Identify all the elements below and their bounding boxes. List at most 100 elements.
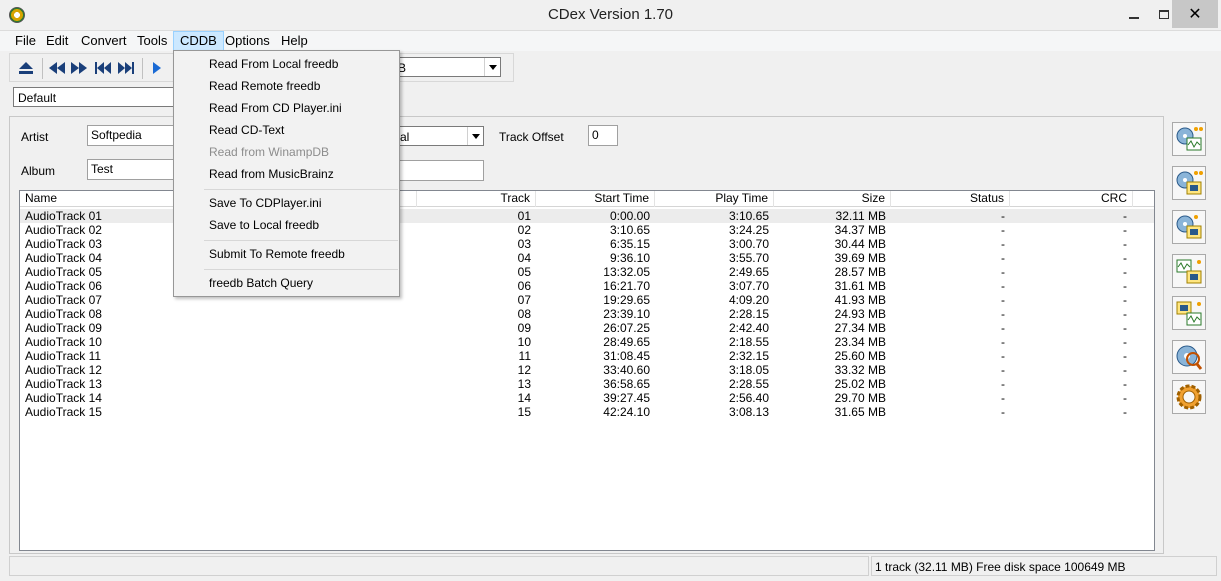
cell-start-time: 3:10.65 [609,223,650,237]
column-header-play-time[interactable]: Play Time [655,191,774,207]
table-row[interactable]: AudioTrack 14 14 39:27.45 2:56.40 29.70 MB - - [20,391,1154,405]
album-field-value: Test [91,162,114,176]
menu-item-read-remote-freedb[interactable]: Read Remote freedb [175,75,398,97]
menu-item-save-local-freedb[interactable]: Save to Local freedb [175,214,398,236]
cell-crc: - [1123,363,1127,377]
cell-crc: - [1123,279,1127,293]
menu-file[interactable]: File [9,31,42,51]
cell-track: 12 [517,363,531,377]
track-offset-field[interactable]: 0 [588,125,618,146]
cell-play-time: 3:18.05 [728,363,769,377]
fast-forward-icon [71,62,87,74]
menu-edit[interactable]: Edit [40,31,74,51]
column-header-size[interactable]: Size [774,191,891,207]
cell-track: 01 [517,209,531,223]
cell-play-time: 3:10.65 [728,209,769,223]
fast-forward-button[interactable] [68,59,90,77]
menu-separator [204,269,398,270]
wav-to-mp3-icon [1176,259,1202,284]
table-row[interactable]: AudioTrack 08 08 23:39.10 2:28.15 24.93 MB - - [20,307,1154,321]
cell-size: 39.69 MB [834,251,886,265]
extract-mp3-button[interactable] [1172,166,1206,200]
cd-info-button[interactable] [1172,340,1206,374]
eject-button[interactable] [15,59,37,77]
cell-crc: - [1123,265,1127,279]
eject-icon [19,62,33,74]
menu-cddb[interactable]: CDDB [173,31,224,51]
menu-item-read-cdplayer-ini[interactable]: Read From CD Player.ini [175,97,398,119]
toolbar-separator [42,58,43,79]
cell-track: 10 [517,335,531,349]
cell-play-time: 3:08.13 [728,405,769,419]
menu-item-freedb-batch-query[interactable]: freedb Batch Query [175,272,398,294]
cell-start-time: 36:58.65 [603,377,650,391]
cell-status: - [1001,391,1005,405]
cell-status: - [1001,209,1005,223]
extract-partial-icon [1176,215,1202,239]
cell-size: 41.93 MB [834,293,886,307]
cell-status: - [1001,251,1005,265]
menu-convert[interactable]: Convert [75,31,133,51]
menu-item-read-local-freedb[interactable]: Read From Local freedb [175,53,398,75]
chevron-down-icon [484,58,500,76]
album-label: Album [21,164,56,178]
album-field[interactable]: Test [87,159,187,180]
genre-select[interactable]: al [395,126,484,146]
wav-to-mp3-button[interactable] [1172,254,1206,288]
cell-track: 05 [517,265,531,279]
menu-item-submit-remote-freedb[interactable]: Submit To Remote freedb [175,243,398,265]
cell-start-time: 16:21.70 [603,279,650,293]
cell-play-time: 2:42.40 [728,321,769,335]
artist-label: Artist [21,130,49,144]
menu-item-read-musicbrainz[interactable]: Read from MusicBrainz [175,163,398,185]
table-row[interactable]: AudioTrack 11 11 31:08.45 2:32.15 25.60 MB - - [20,349,1154,363]
cell-size: 25.02 MB [834,377,886,391]
column-header-track[interactable]: Track [417,191,536,207]
cell-start-time: 0:00.00 [609,209,650,223]
artist-field[interactable]: Softpedia [87,125,187,146]
cell-crc: - [1123,335,1127,349]
menu-item-read-cd-text[interactable]: Read CD-Text [175,119,398,141]
column-header-start-time[interactable]: Start Time [536,191,655,207]
menu-help[interactable]: Help [275,31,314,51]
menu-item-read-winampdb: Read from WinampDB [209,145,330,159]
mp3-to-wav-button[interactable] [1172,296,1206,330]
table-row[interactable]: AudioTrack 09 09 26:07.25 2:42.40 27.34 MB - - [20,321,1154,335]
column-header-crc[interactable]: CRC [1010,191,1133,207]
cell-start-time: 31:08.45 [603,349,650,363]
cell-status: - [1001,265,1005,279]
settings-button[interactable] [1172,380,1206,414]
profile-select[interactable]: Default [13,87,178,107]
table-row[interactable]: AudioTrack 12 12 33:40.60 3:18.05 33.32 MB - - [20,363,1154,377]
play-button[interactable] [146,59,168,77]
skip-back-button[interactable] [92,59,114,77]
settings-gear-icon [1176,384,1202,410]
extract-wav-button[interactable] [1172,122,1206,156]
menu-options[interactable]: Options [219,31,276,51]
extract-mp3-icon [1176,171,1203,195]
cell-start-time: 13:32.05 [603,265,650,279]
extract-wav-icon [1176,127,1203,151]
cell-size: 33.32 MB [834,363,886,377]
cell-start-time: 26:07.25 [603,321,650,335]
menu-tools[interactable]: Tools [131,31,173,51]
cell-size: 34.37 MB [834,223,886,237]
skip-forward-button[interactable] [115,59,137,77]
chevron-down-icon [467,127,483,145]
table-row[interactable]: AudioTrack 15 15 42:24.10 3:08.13 31.65 MB - - [20,405,1154,419]
rewind-button[interactable] [46,59,68,77]
table-row[interactable]: AudioTrack 10 10 28:49.65 2:18.55 23.34 MB - - [20,335,1154,349]
extract-partial-button[interactable] [1172,210,1206,244]
menu-item-save-cdplayer-ini[interactable]: Save To CDPlayer.ini [175,192,398,214]
year-field[interactable] [395,160,484,181]
cd-info-icon [1176,345,1203,370]
close-button[interactable]: ✕ [1172,0,1218,28]
column-header-status[interactable]: Status [891,191,1010,207]
cell-size: 31.61 MB [834,279,886,293]
cell-play-time: 3:55.70 [728,251,769,265]
cell-track: 08 [517,307,531,321]
minimize-button[interactable] [1117,0,1151,28]
table-row[interactable]: AudioTrack 13 13 36:58.65 2:28.55 25.02 MB - - [20,377,1154,391]
cell-crc: - [1123,209,1127,223]
cell-start-time: 39:27.45 [603,391,650,405]
